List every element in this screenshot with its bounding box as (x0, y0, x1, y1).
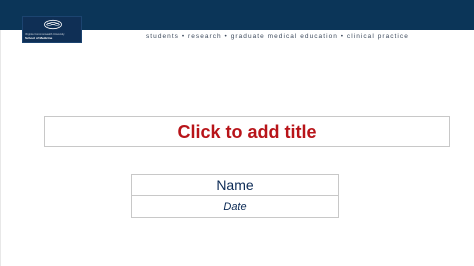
header-tagline: students • research • graduate medical e… (146, 33, 409, 40)
name-placeholder[interactable]: Name (131, 174, 339, 196)
title-placeholder-text: Click to add title (177, 121, 317, 142)
left-divider (0, 30, 1, 266)
school-logo: Virginia Commonwealth University School … (22, 16, 82, 43)
name-placeholder-text: Name (216, 177, 254, 193)
title-placeholder[interactable]: Click to add title (44, 116, 450, 147)
logo-emblem-icon (44, 19, 62, 30)
date-placeholder[interactable]: Date (131, 196, 339, 218)
logo-school-text: School of Medicine (25, 36, 53, 40)
date-placeholder-text: Date (223, 200, 247, 213)
